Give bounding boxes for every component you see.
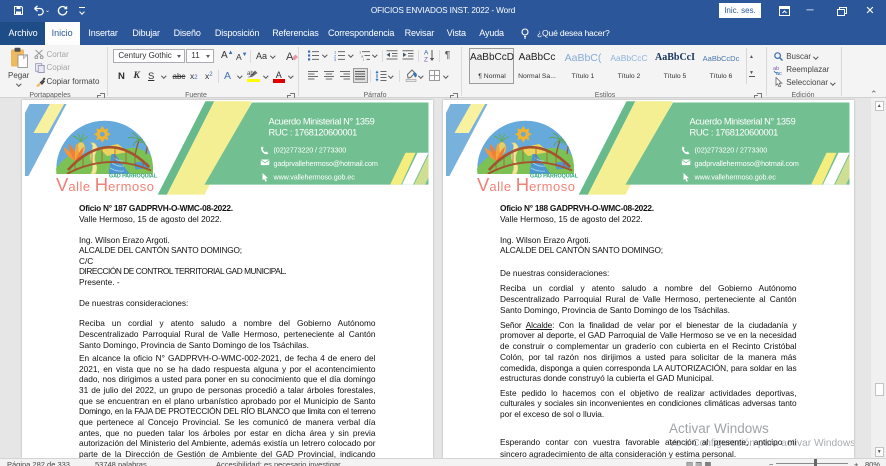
svg-text:Z: Z xyxy=(424,57,428,63)
svg-text:A: A xyxy=(286,51,294,62)
svg-text:GAD PARROQUIAL: GAD PARROQUIAL xyxy=(530,174,579,180)
svg-text:Acuerdo Ministerial N° 1359: Acuerdo Ministerial N° 1359 xyxy=(689,117,795,127)
svg-text:www.vallehermoso.gob.ec: www.vallehermoso.gob.ec xyxy=(272,172,355,181)
svg-text:Acuerdo Ministerial N° 1359: Acuerdo Ministerial N° 1359 xyxy=(268,117,374,127)
svg-text:GAD PARROQUIAL: GAD PARROQUIAL xyxy=(109,174,158,180)
svg-text:(02)2773220 / 2773300: (02)2773220 / 2773300 xyxy=(273,145,346,154)
svg-text:www.vallehermoso.gob.ec: www.vallehermoso.gob.ec xyxy=(693,172,776,181)
svg-text:RUC : 1768120600001: RUC : 1768120600001 xyxy=(268,128,357,138)
svg-text:i: i xyxy=(363,57,364,61)
svg-text:gadprvallehermoso@hotmail.com: gadprvallehermoso@hotmail.com xyxy=(694,159,798,168)
svg-text:gadprvallehermoso@hotmail.com: gadprvallehermoso@hotmail.com xyxy=(273,159,377,168)
svg-text:(02)2773220 / 2773300: (02)2773220 / 2773300 xyxy=(694,145,767,154)
svg-text:RUC : 1768120600001: RUC : 1768120600001 xyxy=(689,128,778,138)
svg-text:ab: ab xyxy=(247,71,254,77)
svg-text:A: A xyxy=(424,50,429,57)
svg-text:3: 3 xyxy=(334,57,337,61)
